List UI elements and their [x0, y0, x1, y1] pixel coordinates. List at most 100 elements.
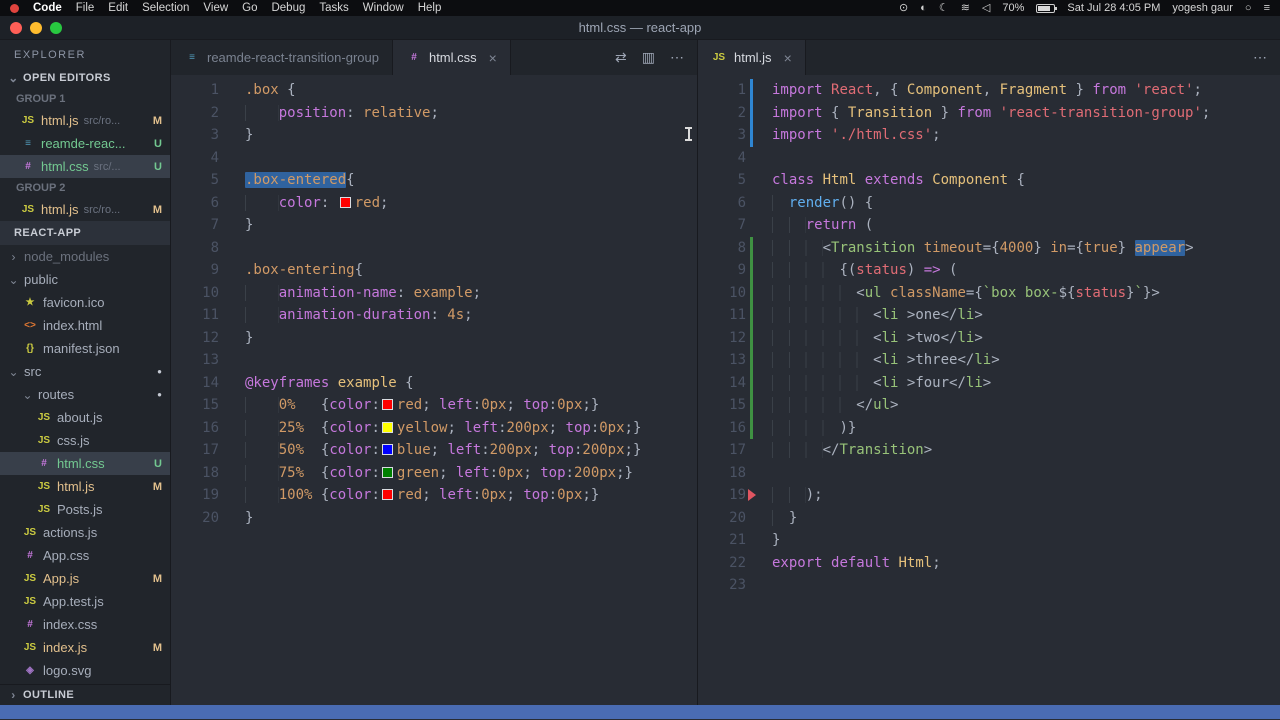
menu-item-go[interactable]: Go	[242, 0, 257, 16]
code-text: <Transition timeout={4000} in={true} app…	[758, 237, 1194, 260]
file-item[interactable]: ◈ logo.svg	[0, 659, 170, 682]
file-name: public	[24, 272, 58, 287]
menu-item-edit[interactable]: Edit	[108, 0, 128, 16]
tab-reamde-react-transition-group[interactable]: ≡ reamde-react-transition-group	[171, 40, 393, 75]
token: {	[822, 104, 848, 121]
gutter	[219, 282, 231, 305]
file-item[interactable]: JS App.js M	[0, 567, 170, 590]
file-name: node_modules	[24, 249, 110, 264]
token: 0%	[278, 397, 296, 413]
split-editor-icon[interactable]: ▥	[642, 49, 655, 66]
menu-item-view[interactable]: View	[203, 0, 228, 16]
window-title: html.css — react-app	[578, 20, 702, 35]
file-name: routes	[38, 387, 75, 402]
file-item[interactable]: # index.css	[0, 613, 170, 636]
file-item[interactable]: JS css.js	[0, 429, 170, 452]
file-item[interactable]: JS html.js M	[0, 475, 170, 498]
menu-item-tasks[interactable]: Tasks	[319, 0, 348, 16]
line-number: 17	[202, 442, 219, 458]
token: ;	[422, 487, 440, 503]
close-icon[interactable]: ×	[784, 50, 792, 66]
menu-status-icon[interactable]: ○	[1245, 0, 1252, 16]
file-item[interactable]: JS actions.js	[0, 521, 170, 544]
open-editor-item[interactable]: JS html.js src/ro... M	[0, 109, 170, 132]
token: </	[822, 442, 840, 458]
line-number: 19	[729, 487, 746, 503]
folder-item[interactable]: › node_modules	[0, 245, 170, 268]
file-item[interactable]: # App.css	[0, 544, 170, 567]
code-text: }	[231, 327, 253, 350]
file-item[interactable]: # html.css U	[0, 452, 170, 475]
menubar-clock[interactable]: Sat Jul 28 4:05 PM	[1067, 0, 1160, 16]
code-area[interactable]: 1 import React, { Component, Fragment } f…	[698, 75, 1280, 705]
css-file-icon: #	[27, 550, 33, 561]
folder-item[interactable]: ⌄ routes ●	[0, 383, 170, 406]
menu-status-icon[interactable]: ⊙	[899, 0, 908, 16]
token: :	[565, 464, 574, 481]
token: import	[772, 104, 823, 121]
color-swatch	[381, 466, 393, 478]
git-gutter-add-indicator	[746, 259, 758, 282]
minimize-button[interactable]	[30, 22, 42, 34]
code-text: import React, { Component, Fragment } fr…	[758, 79, 1202, 102]
file-item[interactable]: ★ favicon.ico	[0, 291, 170, 314]
open-editor-item[interactable]: JS html.js src/ro... M	[0, 198, 170, 221]
json-file-icon: {}	[26, 343, 34, 354]
token: >	[923, 442, 933, 458]
code-line: 16 )}	[698, 416, 1280, 440]
menu-status-icon[interactable]: ☾	[939, 0, 949, 16]
file-item[interactable]: JS index.js M	[0, 636, 170, 659]
code-area[interactable]: 1 .box {2 position: relative; 3} 4 5 .box-ent…	[171, 75, 697, 705]
menu-item-file[interactable]: File	[76, 0, 95, 16]
file-item[interactable]: {} manifest.json	[0, 337, 170, 360]
code-line: 5 class Html extends Component {	[698, 169, 1280, 192]
code-text: import { Transition } from 'react-transi…	[758, 102, 1210, 125]
menu-status-icon[interactable]: ◁	[982, 0, 990, 16]
folder-item[interactable]: ⌄ public	[0, 268, 170, 291]
token: </	[940, 329, 958, 346]
open-editors-header[interactable]: ⌄ OPEN EDITORS	[0, 67, 170, 89]
code-line: 19 );	[698, 484, 1280, 507]
file-item[interactable]: <> index.html	[0, 314, 170, 337]
open-editor-item[interactable]: ≡ reamde-reac... U	[0, 132, 170, 155]
token: >	[982, 374, 992, 391]
code-text: 0% {color: red; left:0px; top:0px;}	[231, 394, 599, 417]
outline-section-header[interactable]: › OUTLINE	[0, 684, 170, 705]
menu-status-icon[interactable]: ≋	[961, 0, 970, 16]
line-number: 11	[202, 307, 219, 323]
project-section-header[interactable]: REACT-APP	[0, 221, 170, 245]
code-line: 17 </Transition>	[698, 439, 1280, 462]
line-number: 13	[202, 352, 219, 368]
more-actions-icon[interactable]: ⋯	[1253, 49, 1267, 66]
zoom-button[interactable]	[50, 22, 62, 34]
gutter	[746, 552, 758, 575]
file-item[interactable]: JS about.js	[0, 406, 170, 429]
menubar-user[interactable]: yogesh gaur	[1172, 0, 1233, 16]
menu-item-help[interactable]: Help	[418, 0, 442, 16]
token: </	[856, 397, 874, 413]
more-actions-icon[interactable]: ⋯	[670, 49, 684, 66]
file-name: App.js	[43, 571, 80, 586]
file-item[interactable]: JS Posts.js	[0, 498, 170, 521]
token: React	[831, 82, 874, 98]
git-gutter-add-indicator	[746, 281, 758, 305]
folder-item[interactable]: ⌄ src ●	[0, 360, 170, 383]
menu-item-selection[interactable]: Selection	[142, 0, 189, 16]
line-number: 9	[737, 262, 746, 278]
menu-item-debug[interactable]: Debug	[271, 0, 305, 16]
open-changes-icon[interactable]: ⇄	[615, 49, 627, 66]
code-text: }	[231, 507, 253, 530]
menu-status-icon[interactable]: ≡	[1264, 0, 1270, 16]
window-titlebar[interactable]: html.css — react-app	[0, 16, 1280, 40]
token: }	[245, 329, 254, 346]
close-button[interactable]	[10, 22, 22, 34]
menu-app-name[interactable]: Code	[33, 0, 62, 16]
open-editor-item[interactable]: # html.css src/... U	[0, 155, 170, 178]
token	[772, 442, 823, 458]
close-icon[interactable]: ×	[489, 50, 497, 66]
menu-item-window[interactable]: Window	[363, 0, 404, 16]
tab-html.css[interactable]: # html.css ×	[392, 40, 511, 75]
tab-html.js[interactable]: JS html.js ×	[698, 40, 806, 75]
menu-status-icon[interactable]: ◐	[920, 0, 927, 16]
file-item[interactable]: JS App.test.js	[0, 590, 170, 613]
